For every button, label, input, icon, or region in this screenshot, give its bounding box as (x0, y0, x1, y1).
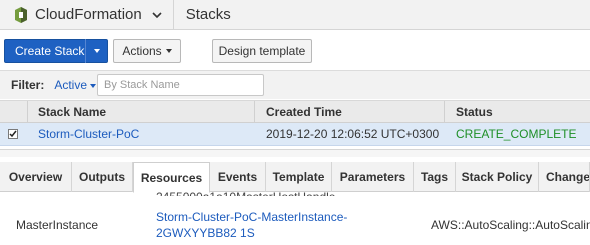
created-time: 2019-12-20 12:06:52 UTC+0300 (266, 127, 440, 141)
chevron-down-icon[interactable] (151, 9, 163, 21)
row-checkbox[interactable] (8, 129, 18, 139)
tab-events[interactable]: Events (210, 162, 266, 192)
filter-value: Active (54, 78, 88, 92)
column-divider (444, 101, 445, 122)
column-header-status[interactable]: Status (456, 101, 493, 122)
tab-outputs[interactable]: Outputs (72, 162, 133, 192)
tab-template[interactable]: Template (266, 162, 332, 192)
resource-physical-id-link[interactable]: Storm-Cluster-PoC-MasterInstance-2GWXYYB… (156, 209, 421, 241)
design-template-button[interactable]: Design template (212, 39, 312, 63)
service-name[interactable]: CloudFormation (35, 6, 142, 23)
breadcrumb: Stacks (185, 6, 231, 23)
tab-overview[interactable]: Overview (0, 162, 72, 192)
column-header-created-time[interactable]: Created Time (266, 101, 342, 122)
top-bar: CloudFormation Stacks (0, 0, 590, 30)
column-divider (254, 101, 255, 122)
resource-type: AWS::AutoScaling::AutoScalin... (431, 218, 590, 232)
tab-tags[interactable]: Tags (414, 162, 456, 192)
table-row[interactable]: MasterInstance Storm-Cluster-PoC-MasterI… (0, 200, 590, 245)
divider (172, 0, 174, 30)
caret-down-icon (165, 49, 172, 53)
tab-parameters[interactable]: Parameters (332, 162, 414, 192)
create-stack-label: Create Stack (15, 44, 85, 58)
filter-dropdown[interactable]: Active (54, 78, 97, 92)
tab-resources[interactable]: Resources (133, 162, 210, 193)
filter-bar: Filter: Active (0, 70, 590, 99)
design-template-label: Design template (218, 44, 306, 58)
create-stack-dropdown[interactable] (85, 39, 107, 63)
stacks-table-header: Stack Name Created Time Status (0, 100, 590, 123)
column-divider (27, 101, 28, 122)
partial-resource-text: 2455000a1a10MasterHostHandle (156, 190, 335, 196)
actions-label: Actions (122, 44, 162, 58)
caret-down-icon (93, 49, 100, 53)
panel-splitter[interactable] (0, 149, 590, 157)
actions-button[interactable]: Actions (113, 39, 181, 63)
status-badge: CREATE_COMPLETE (456, 127, 577, 141)
cloudformation-icon (15, 6, 27, 23)
column-header-stack-name[interactable]: Stack Name (38, 101, 106, 122)
toolbar: Create Stack Actions Design template (0, 39, 590, 63)
checkmark-icon (9, 130, 17, 138)
caret-down-icon (90, 83, 97, 88)
tab-stack-policy[interactable]: Stack Policy (456, 162, 539, 192)
resource-logical-id: MasterInstance (16, 218, 99, 232)
tab-change-sets[interactable]: Change (539, 162, 590, 192)
create-stack-button[interactable]: Create Stack (4, 39, 108, 63)
filter-label: Filter: (11, 78, 45, 92)
detail-tabs: Overview Outputs Resources Events Templa… (0, 162, 590, 193)
stack-name-link[interactable]: Storm-Cluster-PoC (38, 123, 139, 145)
table-row[interactable]: Storm-Cluster-PoC 2019-12-20 12:06:52 UT… (0, 123, 590, 146)
stack-search-input[interactable] (97, 74, 264, 96)
